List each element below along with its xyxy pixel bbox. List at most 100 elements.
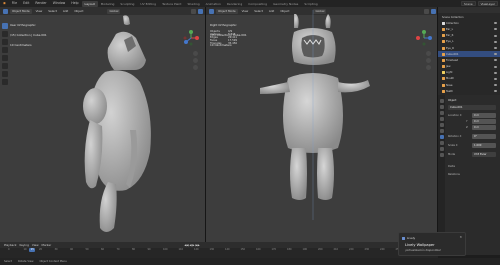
frame-tick: 90 bbox=[147, 248, 151, 251]
location-x-field[interactable]: 0 m bbox=[472, 113, 496, 118]
menu-marker[interactable]: Marker bbox=[42, 243, 52, 247]
menu-help[interactable]: Help bbox=[68, 0, 81, 7]
mesh-icon bbox=[442, 34, 445, 38]
menu-render[interactable]: Render bbox=[32, 0, 49, 7]
frame-tick: 10 bbox=[23, 248, 27, 251]
timeline-editor[interactable]: 0 10 20 30 40 50 60 70 80 90 100 110 120 130 140 150 160… bbox=[0, 248, 400, 258]
play-icon[interactable]: ◀◀ ◀ ▶ ▶▶ bbox=[184, 243, 200, 247]
tab-geometry-nodes[interactable]: Geometry Nodes bbox=[270, 1, 301, 7]
mode-selector[interactable]: Object Mode bbox=[216, 8, 238, 14]
move-tool-icon[interactable] bbox=[2, 39, 8, 45]
annotate-tool-icon[interactable] bbox=[2, 71, 8, 77]
camera-view-icon[interactable] bbox=[193, 65, 198, 70]
tab-shading[interactable]: Shading bbox=[184, 1, 202, 7]
transform-tool-icon[interactable] bbox=[2, 63, 8, 69]
object-tab-icon[interactable] bbox=[439, 135, 444, 139]
scene-tab-icon[interactable] bbox=[439, 123, 444, 127]
model-front-view[interactable] bbox=[258, 10, 388, 220]
menu-view[interactable]: View bbox=[32, 243, 39, 247]
scale-tool-icon[interactable] bbox=[2, 55, 8, 61]
close-icon[interactable]: ✕ bbox=[459, 235, 462, 239]
viewport-shading-icon[interactable] bbox=[191, 8, 196, 14]
scene-selector[interactable]: Scene bbox=[461, 1, 476, 6]
menu-edit[interactable]: Edit bbox=[20, 0, 32, 7]
world-tab-icon[interactable] bbox=[439, 129, 444, 133]
tab-compositing[interactable]: Compositing bbox=[245, 1, 270, 7]
zoom-icon[interactable] bbox=[193, 51, 198, 56]
zoom-icon[interactable] bbox=[426, 51, 431, 56]
view-layer-tab-icon[interactable] bbox=[439, 117, 444, 121]
rotation-x-field[interactable]: 0° bbox=[472, 134, 496, 139]
tab-scripting[interactable]: Scripting bbox=[301, 1, 320, 7]
visibility-icon[interactable] bbox=[494, 40, 497, 43]
playhead[interactable]: 15 bbox=[29, 248, 36, 252]
app-icon bbox=[402, 236, 405, 240]
rotate-tool-icon[interactable] bbox=[2, 47, 8, 53]
location-z-field[interactable]: 0 m bbox=[472, 125, 496, 130]
mode-selector[interactable]: Object Mode bbox=[10, 8, 32, 14]
visibility-icon[interactable] bbox=[494, 65, 497, 68]
visibility-icon[interactable] bbox=[494, 84, 497, 87]
notification-title: Lively Wallpaper bbox=[405, 243, 435, 247]
modifier-tab-icon[interactable] bbox=[439, 141, 444, 145]
visibility-icon[interactable] bbox=[494, 59, 497, 62]
physics-tab-icon[interactable] bbox=[439, 147, 444, 151]
model-side-view[interactable] bbox=[50, 10, 170, 240]
visibility-icon[interactable] bbox=[494, 90, 497, 93]
editor-type-icon[interactable] bbox=[3, 8, 8, 14]
mesh-icon bbox=[442, 46, 445, 50]
visibility-icon[interactable] bbox=[494, 77, 497, 80]
tab-rendering[interactable]: Rendering bbox=[224, 1, 245, 7]
mesh-icon bbox=[442, 58, 445, 62]
tab-uv-editing[interactable]: UV Editing bbox=[137, 1, 159, 7]
scale-x-field[interactable]: 1.000 bbox=[472, 143, 496, 148]
visibility-icon[interactable] bbox=[494, 28, 497, 31]
menu-file[interactable]: File bbox=[9, 0, 20, 7]
pan-icon[interactable] bbox=[193, 58, 198, 63]
visibility-icon[interactable] bbox=[494, 53, 497, 56]
editor-type-icon[interactable] bbox=[209, 8, 214, 14]
tab-sculpting[interactable]: Sculpting bbox=[117, 1, 137, 7]
axis-gizmo-icon[interactable] bbox=[183, 30, 199, 46]
rotation-mode-dropdown[interactable]: XYZ Euler bbox=[472, 152, 496, 157]
tab-texture-paint[interactable]: Texture Paint bbox=[159, 1, 184, 7]
material-tab-icon[interactable] bbox=[439, 153, 444, 157]
outliner-item[interactable]: Teeth bbox=[438, 88, 500, 94]
frame-tick: 110 bbox=[178, 248, 184, 251]
visibility-icon[interactable] bbox=[494, 71, 497, 74]
measure-tool-icon[interactable] bbox=[2, 79, 8, 85]
solid-shading-icon[interactable] bbox=[431, 8, 436, 14]
relations-section[interactable]: Relations bbox=[448, 173, 460, 176]
frame-tick: 70 bbox=[116, 248, 120, 251]
toast-notification[interactable]: Lively ✕ Lively Wallpaper ¡Actualización… bbox=[398, 232, 466, 256]
viewport-shading-icon[interactable] bbox=[424, 8, 429, 14]
render-tab-icon[interactable] bbox=[439, 105, 444, 109]
menu-playback[interactable]: Playback bbox=[4, 243, 16, 247]
location-y-field[interactable]: 0 m bbox=[472, 119, 496, 124]
output-tab-icon[interactable] bbox=[439, 111, 444, 115]
tool-tab-icon[interactable] bbox=[439, 99, 444, 103]
visibility-icon[interactable] bbox=[494, 22, 497, 25]
tab-layout[interactable]: Layout bbox=[81, 0, 98, 7]
tab-animation[interactable]: Animation bbox=[203, 1, 224, 7]
menu-view[interactable]: View bbox=[240, 9, 251, 14]
tab-modeling[interactable]: Modeling bbox=[98, 1, 118, 7]
view-layer-selector[interactable]: ViewLayer bbox=[477, 1, 498, 6]
visibility-icon[interactable] bbox=[494, 47, 497, 50]
viewport-right[interactable]: Object Mode View Select Add Object Globa… bbox=[206, 7, 438, 242]
select-tool-icon[interactable] bbox=[2, 23, 8, 29]
blender-logo-icon[interactable]: ◉ bbox=[0, 0, 9, 7]
solid-shading-icon[interactable] bbox=[198, 8, 203, 14]
cursor-tool-icon[interactable] bbox=[2, 31, 8, 37]
status-select: Select bbox=[4, 260, 13, 263]
visibility-icon[interactable] bbox=[494, 34, 497, 37]
pan-icon[interactable] bbox=[426, 58, 431, 63]
menu-window[interactable]: Window bbox=[50, 0, 69, 7]
object-name-field[interactable]: Cube.001 bbox=[448, 105, 496, 110]
delta-transform-section[interactable]: Delta bbox=[448, 165, 455, 168]
viewport-left[interactable]: Object Mode View Select Add Object Globa… bbox=[0, 7, 205, 242]
axis-gizmo-icon[interactable] bbox=[416, 30, 432, 46]
camera-view-icon[interactable] bbox=[426, 65, 431, 70]
menu-view[interactable]: View bbox=[34, 9, 45, 14]
menu-keying[interactable]: Keying bbox=[19, 243, 28, 247]
